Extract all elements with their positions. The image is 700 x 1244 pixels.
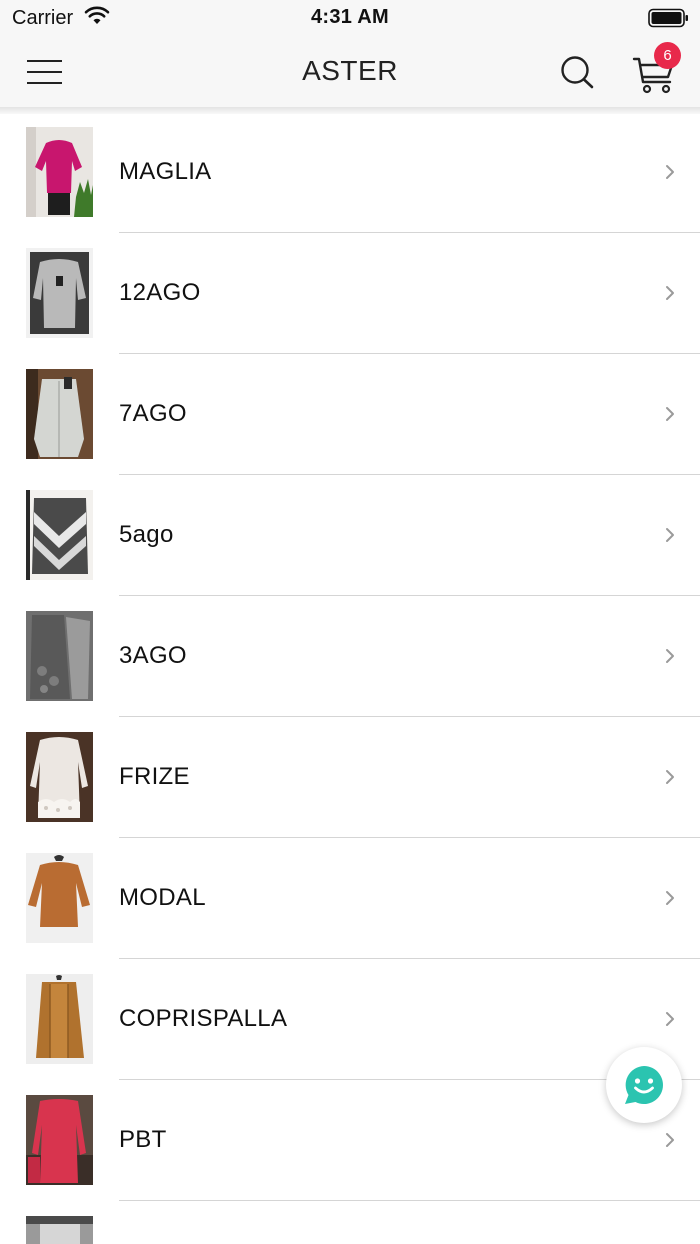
category-row-12ago[interactable]: 12AGO (0, 233, 700, 354)
product-thumbnail (26, 974, 93, 1064)
status-bar: Carrier 4:31 AM (0, 0, 700, 36)
product-thumbnail (26, 611, 93, 701)
hamburger-icon (27, 60, 62, 62)
row-divider (119, 1200, 700, 1201)
chat-button[interactable] (606, 1047, 682, 1123)
category-row-modal[interactable]: MODAL (0, 838, 700, 959)
menu-button[interactable] (24, 54, 66, 90)
product-thumbnail (26, 732, 93, 822)
chat-smile-icon (625, 1066, 663, 1104)
category-row-pbt[interactable]: PBT (0, 1080, 700, 1201)
hamburger-icon-line (27, 82, 62, 84)
chevron-right-icon (666, 286, 674, 300)
product-thumbnail (26, 1216, 93, 1244)
category-label: PBT (119, 1126, 167, 1153)
chevron-right-icon (666, 891, 674, 905)
cart-count-badge: 6 (654, 42, 681, 69)
chevron-right-icon (666, 1012, 674, 1026)
category-label: MODAL (119, 884, 206, 911)
category-label: 3AGO (119, 642, 187, 669)
battery-icon (648, 8, 688, 28)
category-list: MAGLIA 12AGO 7AGO 5ago 3AGO FRIZE MODAL … (0, 112, 700, 1201)
chevron-right-icon (666, 649, 674, 663)
chevron-right-icon (666, 770, 674, 784)
category-label: 5ago (119, 521, 174, 548)
product-thumbnail (26, 369, 93, 459)
product-thumbnail (26, 490, 93, 580)
category-label: 12AGO (119, 279, 201, 306)
nav-bar: ASTER (0, 36, 700, 108)
category-row-frize[interactable]: FRIZE (0, 717, 700, 838)
category-row-maglia[interactable]: MAGLIA (0, 112, 700, 233)
chevron-right-icon (666, 407, 674, 421)
category-row-5ago[interactable]: 5ago (0, 475, 700, 596)
product-thumbnail (26, 1095, 93, 1185)
product-thumbnail (26, 248, 93, 338)
category-label: 7AGO (119, 400, 187, 427)
category-label: FRIZE (119, 763, 190, 790)
status-time: 4:31 AM (310, 6, 390, 28)
product-thumbnail (26, 127, 93, 217)
chevron-right-icon (666, 528, 674, 542)
category-label: COPRISPALLA (119, 1005, 288, 1032)
category-label: MAGLIA (119, 158, 212, 185)
hamburger-icon-line (27, 71, 62, 73)
product-thumbnail (26, 853, 93, 943)
category-row-3ago[interactable]: 3AGO (0, 596, 700, 717)
chevron-right-icon (666, 1133, 674, 1147)
chevron-right-icon (666, 165, 674, 179)
category-row-7ago[interactable]: 7AGO (0, 354, 700, 475)
category-row-coprispalla[interactable]: COPRISPALLA (0, 959, 700, 1080)
search-button[interactable] (556, 53, 598, 93)
